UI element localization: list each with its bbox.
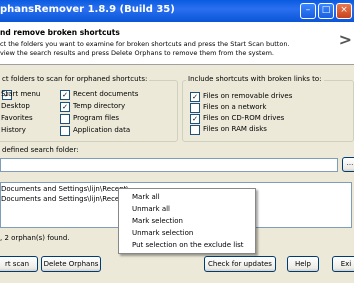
- checkbox-temp-directory[interactable]: ✓: [60, 102, 70, 112]
- checkbox-program-files[interactable]: [60, 114, 70, 124]
- links-group-title: Include shortcuts with broken links to:: [186, 75, 324, 83]
- exit-button[interactable]: Exi: [332, 256, 354, 272]
- check-updates-button[interactable]: Check for updates: [204, 256, 276, 272]
- instruction-line-2: view the search results and press Delete…: [0, 49, 274, 57]
- checkbox-cdrom-drives[interactable]: ✓: [190, 114, 200, 124]
- list-item[interactable]: Documents and Settings\lijn\Recent\: [1, 195, 129, 203]
- title-bar[interactable]: phansRemover 1.8.9 (Build 35) – □ ×: [0, 0, 354, 22]
- help-button[interactable]: Help: [287, 256, 319, 272]
- status-text: , 2 orphan(s) found.: [0, 234, 70, 242]
- label-network: Files on a network: [203, 103, 267, 111]
- label-favorites: Favorites: [1, 114, 33, 122]
- label-start-menu-text: Start menu: [1, 90, 41, 98]
- menu-item-mark-all[interactable]: Mark all: [132, 193, 160, 201]
- checkbox-application-data[interactable]: [60, 126, 70, 136]
- checkbox-removable-drives[interactable]: ✓: [190, 92, 200, 102]
- page-title: nd remove broken shortcuts: [0, 28, 120, 37]
- minimize-icon[interactable]: –: [300, 3, 316, 19]
- label-application-data: Application data: [73, 126, 131, 134]
- close-icon[interactable]: ×: [336, 3, 352, 19]
- label-temp-directory: Temp directory: [73, 102, 126, 110]
- browse-button[interactable]: ...: [342, 157, 354, 172]
- context-menu: Mark all Unmark all Mark selection Unmar…: [118, 188, 256, 254]
- label-history: History: [1, 126, 26, 134]
- delete-orphans-button[interactable]: Delete Orphans: [41, 256, 101, 272]
- user-folder-input[interactable]: [0, 158, 338, 172]
- window-title: phansRemover 1.8.9 (Build 35): [0, 4, 175, 15]
- checkbox-network[interactable]: [190, 103, 200, 113]
- user-folder-label: defined search folder:: [2, 146, 79, 154]
- checkbox-ram-disks[interactable]: [190, 125, 200, 135]
- label-recent-documents: Recent documents: [73, 90, 139, 98]
- maximize-icon[interactable]: □: [318, 3, 334, 19]
- header-panel: nd remove broken shortcuts ct the folder…: [0, 22, 354, 65]
- menu-item-unmark-all[interactable]: Unmark all: [132, 205, 170, 213]
- folders-group-title: ct folders to scan for orphaned shortcut…: [0, 75, 150, 83]
- app-logo: >: [338, 30, 352, 49]
- start-scan-button[interactable]: rt scan: [0, 256, 38, 272]
- instruction-line-1: ct the folders you want to examine for b…: [0, 40, 290, 48]
- label-ram-disks: Files on RAM disks: [203, 125, 267, 133]
- label-program-files: Program files: [73, 114, 120, 122]
- checkbox-recent-documents[interactable]: ✓: [60, 90, 70, 100]
- label-cdrom-drives: Files on CD-ROM drives: [203, 114, 285, 122]
- menu-item-mark-selection[interactable]: Mark selection: [132, 217, 183, 225]
- list-item[interactable]: Documents and Settings\lijn\Recent\: [1, 185, 129, 193]
- label-removable-drives: Files on removable drives: [203, 92, 293, 100]
- label-desktop: Desktop: [1, 102, 30, 110]
- menu-item-unmark-selection[interactable]: Unmark selection: [132, 229, 193, 237]
- menu-item-exclude-selection[interactable]: Put selection on the exclude list: [132, 241, 244, 249]
